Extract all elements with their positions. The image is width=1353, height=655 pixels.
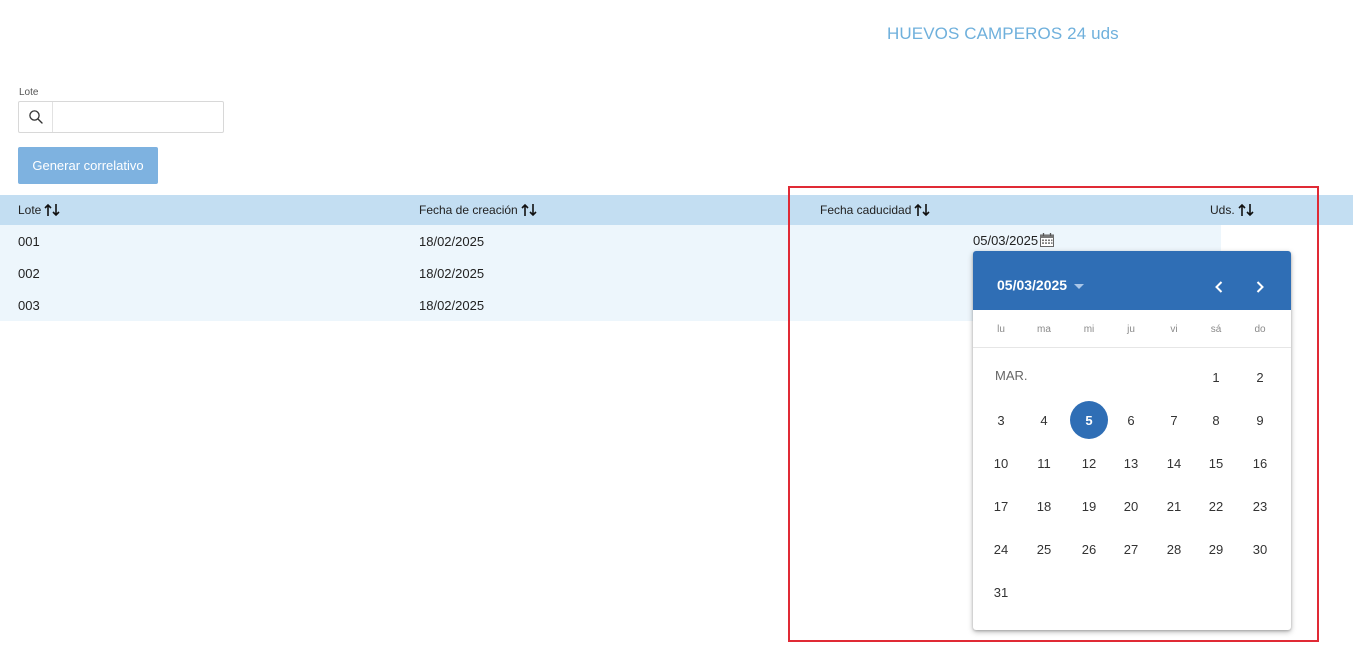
expiry-date-value[interactable]: 05/03/2025 bbox=[973, 233, 1038, 248]
calendar-day[interactable]: 19 bbox=[1070, 487, 1108, 525]
next-month-button[interactable] bbox=[1248, 275, 1272, 299]
column-header-label: Uds. bbox=[1210, 203, 1235, 217]
calendar-day[interactable]: 16 bbox=[1241, 444, 1279, 482]
caret-down-icon bbox=[1074, 283, 1085, 289]
column-header-fecha-creacion[interactable]: Fecha de creación bbox=[419, 195, 538, 225]
chevron-left-icon bbox=[1215, 281, 1223, 293]
generate-correlative-button[interactable]: Generar correlativo bbox=[18, 147, 158, 184]
column-header-label: Fecha caducidad bbox=[820, 203, 912, 217]
column-header-uds[interactable]: Uds. bbox=[1210, 195, 1255, 225]
calendar-day[interactable]: 10 bbox=[982, 444, 1020, 482]
previous-month-button[interactable] bbox=[1207, 275, 1231, 299]
lote-search-box bbox=[18, 101, 224, 133]
expiry-date-editor[interactable]: 05/03/2025 bbox=[973, 229, 1055, 251]
calendar-day[interactable]: 27 bbox=[1112, 530, 1150, 568]
table-header: Lote Fecha de creación Fecha caducidad U… bbox=[0, 195, 1353, 225]
weekday-label: ju bbox=[1127, 324, 1135, 335]
sort-icon[interactable] bbox=[1237, 203, 1255, 217]
datepicker-header: 05/03/2025 bbox=[973, 251, 1291, 310]
calendar-day[interactable]: 28 bbox=[1155, 530, 1193, 568]
search-icon bbox=[19, 102, 53, 132]
cell-lote: 003 bbox=[18, 297, 40, 313]
calendar-day[interactable]: 4 bbox=[1025, 401, 1063, 439]
column-header-label: Lote bbox=[18, 203, 42, 217]
lote-filter-label: Lote bbox=[19, 87, 39, 98]
weekday-label: sá bbox=[1210, 324, 1222, 335]
calendar-day[interactable]: 24 bbox=[982, 530, 1020, 568]
page-title: HUEVOS CAMPEROS 24 uds bbox=[887, 24, 1119, 43]
calendar-icon[interactable] bbox=[1039, 232, 1055, 248]
calendar-day[interactable]: 21 bbox=[1155, 487, 1193, 525]
sort-icon[interactable] bbox=[43, 203, 61, 217]
calendar-day[interactable]: 8 bbox=[1197, 401, 1235, 439]
calendar-day[interactable]: 15 bbox=[1197, 444, 1235, 482]
cell-fecha-creacion: 18/02/2025 bbox=[419, 233, 485, 249]
cell-fecha-creacion: 18/02/2025 bbox=[419, 297, 485, 313]
calendar-day[interactable]: 30 bbox=[1241, 530, 1279, 568]
calendar-day[interactable]: 26 bbox=[1070, 530, 1108, 568]
calendar-day[interactable]: 14 bbox=[1155, 444, 1193, 482]
datepicker-title: 05/03/2025 bbox=[997, 277, 1068, 293]
calendar-day[interactable]: 1 bbox=[1197, 358, 1235, 396]
page: HUEVOS CAMPEROS 24 uds Lote Generar corr… bbox=[0, 0, 1353, 655]
calendar-day[interactable]: 13 bbox=[1112, 444, 1150, 482]
sort-icon[interactable] bbox=[913, 203, 931, 217]
column-header-fecha-caducidad[interactable]: Fecha caducidad bbox=[820, 195, 931, 225]
datepicker-popup: 05/03/2025 lu ma mi ju vi sá do MAR. 123… bbox=[973, 251, 1291, 630]
weekday-label: do bbox=[1254, 324, 1266, 335]
calendar-day[interactable]: 29 bbox=[1197, 530, 1235, 568]
month-label: MAR. bbox=[995, 368, 1028, 383]
calendar-day[interactable]: 25 bbox=[1025, 530, 1063, 568]
calendar-day[interactable]: 9 bbox=[1241, 401, 1279, 439]
calendar-day[interactable]: 6 bbox=[1112, 401, 1150, 439]
calendar-day[interactable]: 31 bbox=[982, 573, 1020, 611]
calendar-day-selected[interactable]: 5 bbox=[1070, 401, 1108, 439]
calendar-day[interactable]: 7 bbox=[1155, 401, 1193, 439]
calendar-day[interactable]: 17 bbox=[982, 487, 1020, 525]
calendar-day[interactable]: 12 bbox=[1070, 444, 1108, 482]
weekday-label: lu bbox=[997, 324, 1005, 335]
datepicker-period-selector[interactable]: 05/03/2025 bbox=[997, 277, 1085, 293]
calendar-day[interactable]: 20 bbox=[1112, 487, 1150, 525]
calendar-day[interactable]: 23 bbox=[1241, 487, 1279, 525]
weekday-label: vi bbox=[1170, 324, 1178, 335]
calendar-day[interactable]: 22 bbox=[1197, 487, 1235, 525]
weekday-label: ma bbox=[1037, 324, 1051, 335]
calendar-day[interactable]: 11 bbox=[1025, 444, 1063, 482]
lote-search-input[interactable] bbox=[54, 102, 222, 132]
chevron-right-icon bbox=[1256, 281, 1264, 293]
weekday-label: mi bbox=[1083, 324, 1095, 335]
cell-lote: 002 bbox=[18, 265, 40, 281]
column-header-label: Fecha de creación bbox=[419, 203, 518, 217]
calendar-day[interactable]: 18 bbox=[1025, 487, 1063, 525]
calendar-day[interactable]: 3 bbox=[982, 401, 1020, 439]
sort-icon[interactable] bbox=[520, 203, 538, 217]
calendar-day[interactable]: 2 bbox=[1241, 358, 1279, 396]
weekday-header-row: lu ma mi ju vi sá do bbox=[973, 315, 1291, 348]
column-header-lote[interactable]: Lote bbox=[18, 195, 61, 225]
cell-fecha-creacion: 18/02/2025 bbox=[419, 265, 485, 281]
cell-lote: 001 bbox=[18, 233, 40, 249]
